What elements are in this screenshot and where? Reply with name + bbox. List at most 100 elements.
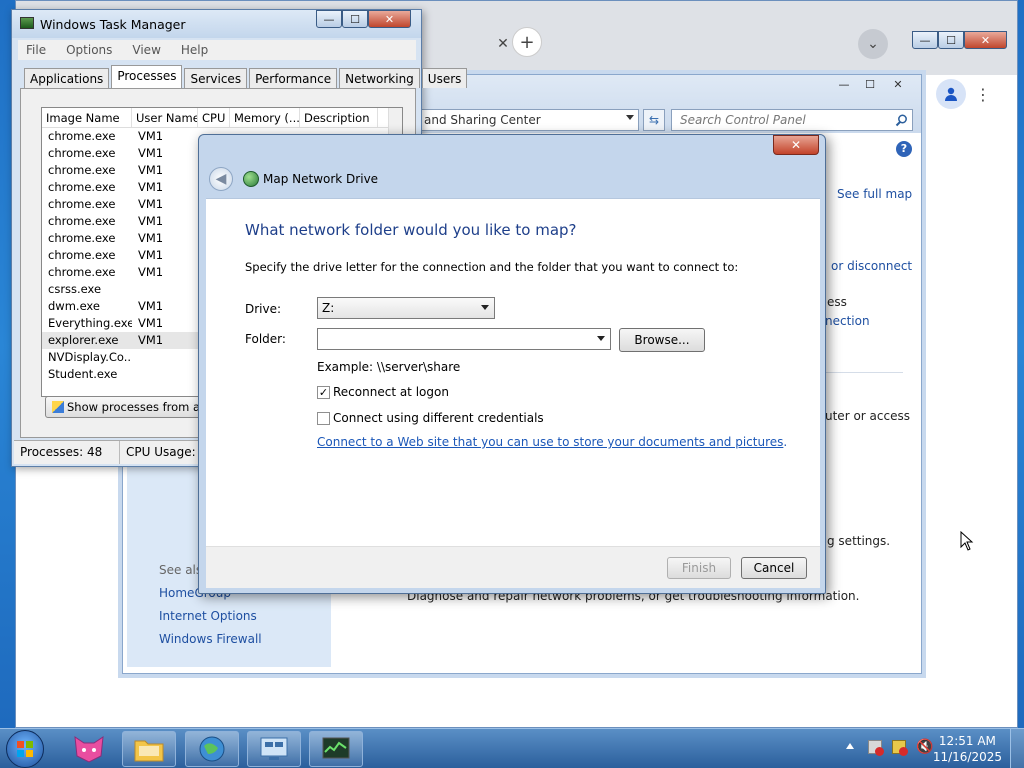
web-link-period: . <box>783 435 788 449</box>
connect-or-disconnect-link[interactable]: or disconnect <box>831 259 912 273</box>
tab-networking[interactable]: Networking <box>339 68 420 88</box>
maximize-button[interactable]: ☐ <box>857 75 883 93</box>
credentials-label[interactable]: Connect using different credentials <box>333 411 544 425</box>
shield-icon <box>52 401 64 413</box>
show-all-processes-button[interactable]: Show processes from all use <box>45 396 205 418</box>
access-text: uter or access <box>825 409 910 423</box>
system-clock[interactable]: 12:51 AM 11/16/2025 <box>933 733 1002 765</box>
process-user-name: VM1 <box>138 129 164 143</box>
menu-bar: File Options View Help <box>18 40 416 60</box>
process-user-name: VM1 <box>138 180 164 194</box>
tab-performance[interactable]: Performance <box>249 68 338 88</box>
show-desktop-button[interactable] <box>1010 729 1024 768</box>
tab-search-icon[interactable]: ⌄ <box>858 29 888 59</box>
clock-date: 11/16/2025 <box>932 750 1002 764</box>
taskbar: 🔇 12:51 AM 11/16/2025 <box>0 728 1024 768</box>
settings-text: g settings. <box>827 534 891 548</box>
credentials-checkbox[interactable] <box>317 412 330 425</box>
internet-options-link[interactable]: Internet Options <box>159 609 257 623</box>
connection-link[interactable]: nection <box>825 314 870 328</box>
maximize-button[interactable]: ☐ <box>342 10 368 28</box>
web-site-link[interactable]: Connect to a Web site that you can use t… <box>317 435 783 449</box>
column-memory[interactable]: Memory (... <box>230 108 300 127</box>
start-button[interactable] <box>6 730 44 768</box>
minimize-button[interactable]: — <box>831 75 857 93</box>
show-hidden-icons-icon[interactable] <box>846 743 854 749</box>
profile-icon[interactable] <box>936 79 966 109</box>
folder-input[interactable] <box>317 328 611 350</box>
dialog-heading: What network folder would you like to ma… <box>245 221 577 239</box>
maximize-button[interactable]: ☐ <box>938 31 964 49</box>
process-user-name: VM1 <box>138 231 164 245</box>
process-image-name: chrome.exe <box>48 214 116 228</box>
refresh-icon[interactable]: ⇆ <box>643 109 665 131</box>
chrome-menu-icon[interactable]: ⋮ <box>968 79 998 109</box>
address-bar[interactable]: and Sharing Center <box>419 109 639 131</box>
taskbar-task-manager[interactable] <box>309 731 363 767</box>
drive-select[interactable]: Z: <box>317 297 495 319</box>
close-button[interactable]: ✕ <box>964 31 1007 49</box>
access-type-text: ess <box>827 295 847 309</box>
clock-time: 12:51 AM <box>938 734 996 748</box>
column-cpu[interactable]: CPU <box>198 108 230 127</box>
action-center-icon[interactable] <box>868 740 884 756</box>
window-title: Windows Task Manager <box>40 17 186 32</box>
tab-services[interactable]: Services <box>184 68 248 88</box>
column-image-name[interactable]: Image Name <box>42 108 132 127</box>
globe-icon <box>199 736 225 762</box>
process-image-name: dwm.exe <box>48 299 100 313</box>
volume-muted-icon[interactable]: 🔇 <box>916 739 933 755</box>
reconnect-label[interactable]: Reconnect at logon <box>333 385 449 399</box>
reconnect-checkbox[interactable]: ✓ <box>317 386 330 399</box>
browse-button[interactable]: Browse... <box>619 328 705 352</box>
chevron-down-icon[interactable] <box>597 336 605 341</box>
task-manager-icon <box>20 17 34 29</box>
chrome-window-controls: — ☐ ✕ <box>912 31 1007 49</box>
process-image-name: explorer.exe <box>48 333 119 347</box>
search-input[interactable]: Search Control Panel <box>671 109 913 131</box>
control-panel-icon <box>260 737 288 760</box>
taskbar-chrome[interactable] <box>185 731 239 767</box>
windows-firewall-link[interactable]: Windows Firewall <box>159 632 262 646</box>
see-full-map-link[interactable]: See full map <box>837 187 912 201</box>
minimize-button[interactable]: — <box>316 10 342 28</box>
back-arrow-icon[interactable]: ◀ <box>209 167 233 191</box>
process-image-name: NVDisplay.Co... <box>48 350 132 364</box>
status-processes: Processes: 48 <box>14 441 120 464</box>
taskbar-control-panel[interactable] <box>247 731 301 767</box>
menu-options[interactable]: Options <box>66 43 112 57</box>
network-drive-icon <box>243 171 259 187</box>
mouse-cursor-icon <box>960 531 974 551</box>
process-image-name: chrome.exe <box>48 146 116 160</box>
cat-app-icon <box>74 735 104 763</box>
close-button[interactable]: ✕ <box>368 10 411 28</box>
chevron-down-icon <box>481 305 489 310</box>
process-image-name: csrss.exe <box>48 282 102 296</box>
taskbar-explorer[interactable] <box>122 731 176 767</box>
process-image-name: chrome.exe <box>48 163 116 177</box>
network-icon[interactable] <box>892 740 908 756</box>
process-image-name: chrome.exe <box>48 248 116 262</box>
column-user-name[interactable]: User Name <box>132 108 198 127</box>
help-icon[interactable]: ? <box>896 141 912 157</box>
folder-icon <box>134 740 164 762</box>
tab-processes[interactable]: Processes <box>111 65 183 88</box>
search-icon[interactable] <box>895 114 908 127</box>
menu-view[interactable]: View <box>132 43 160 57</box>
process-user-name: VM1 <box>138 163 164 177</box>
chevron-down-icon[interactable] <box>626 115 634 120</box>
close-button[interactable]: ✕ <box>883 75 913 93</box>
column-description[interactable]: Description <box>300 108 378 127</box>
taskbar-app-cat[interactable] <box>62 731 116 767</box>
dialog-close-button[interactable]: ✕ <box>773 135 819 155</box>
cancel-button[interactable]: Cancel <box>741 557 807 579</box>
finish-button[interactable]: Finish <box>667 557 731 579</box>
process-user-name: VM1 <box>138 333 164 347</box>
tab-users[interactable]: Users <box>421 68 468 88</box>
menu-file[interactable]: File <box>26 43 46 57</box>
new-tab-button[interactable]: + <box>512 27 542 57</box>
menu-help[interactable]: Help <box>181 43 208 57</box>
minimize-button[interactable]: — <box>912 31 938 49</box>
tab-applications[interactable]: Applications <box>24 68 110 88</box>
tab-strip: Applications Processes Services Performa… <box>24 65 469 88</box>
